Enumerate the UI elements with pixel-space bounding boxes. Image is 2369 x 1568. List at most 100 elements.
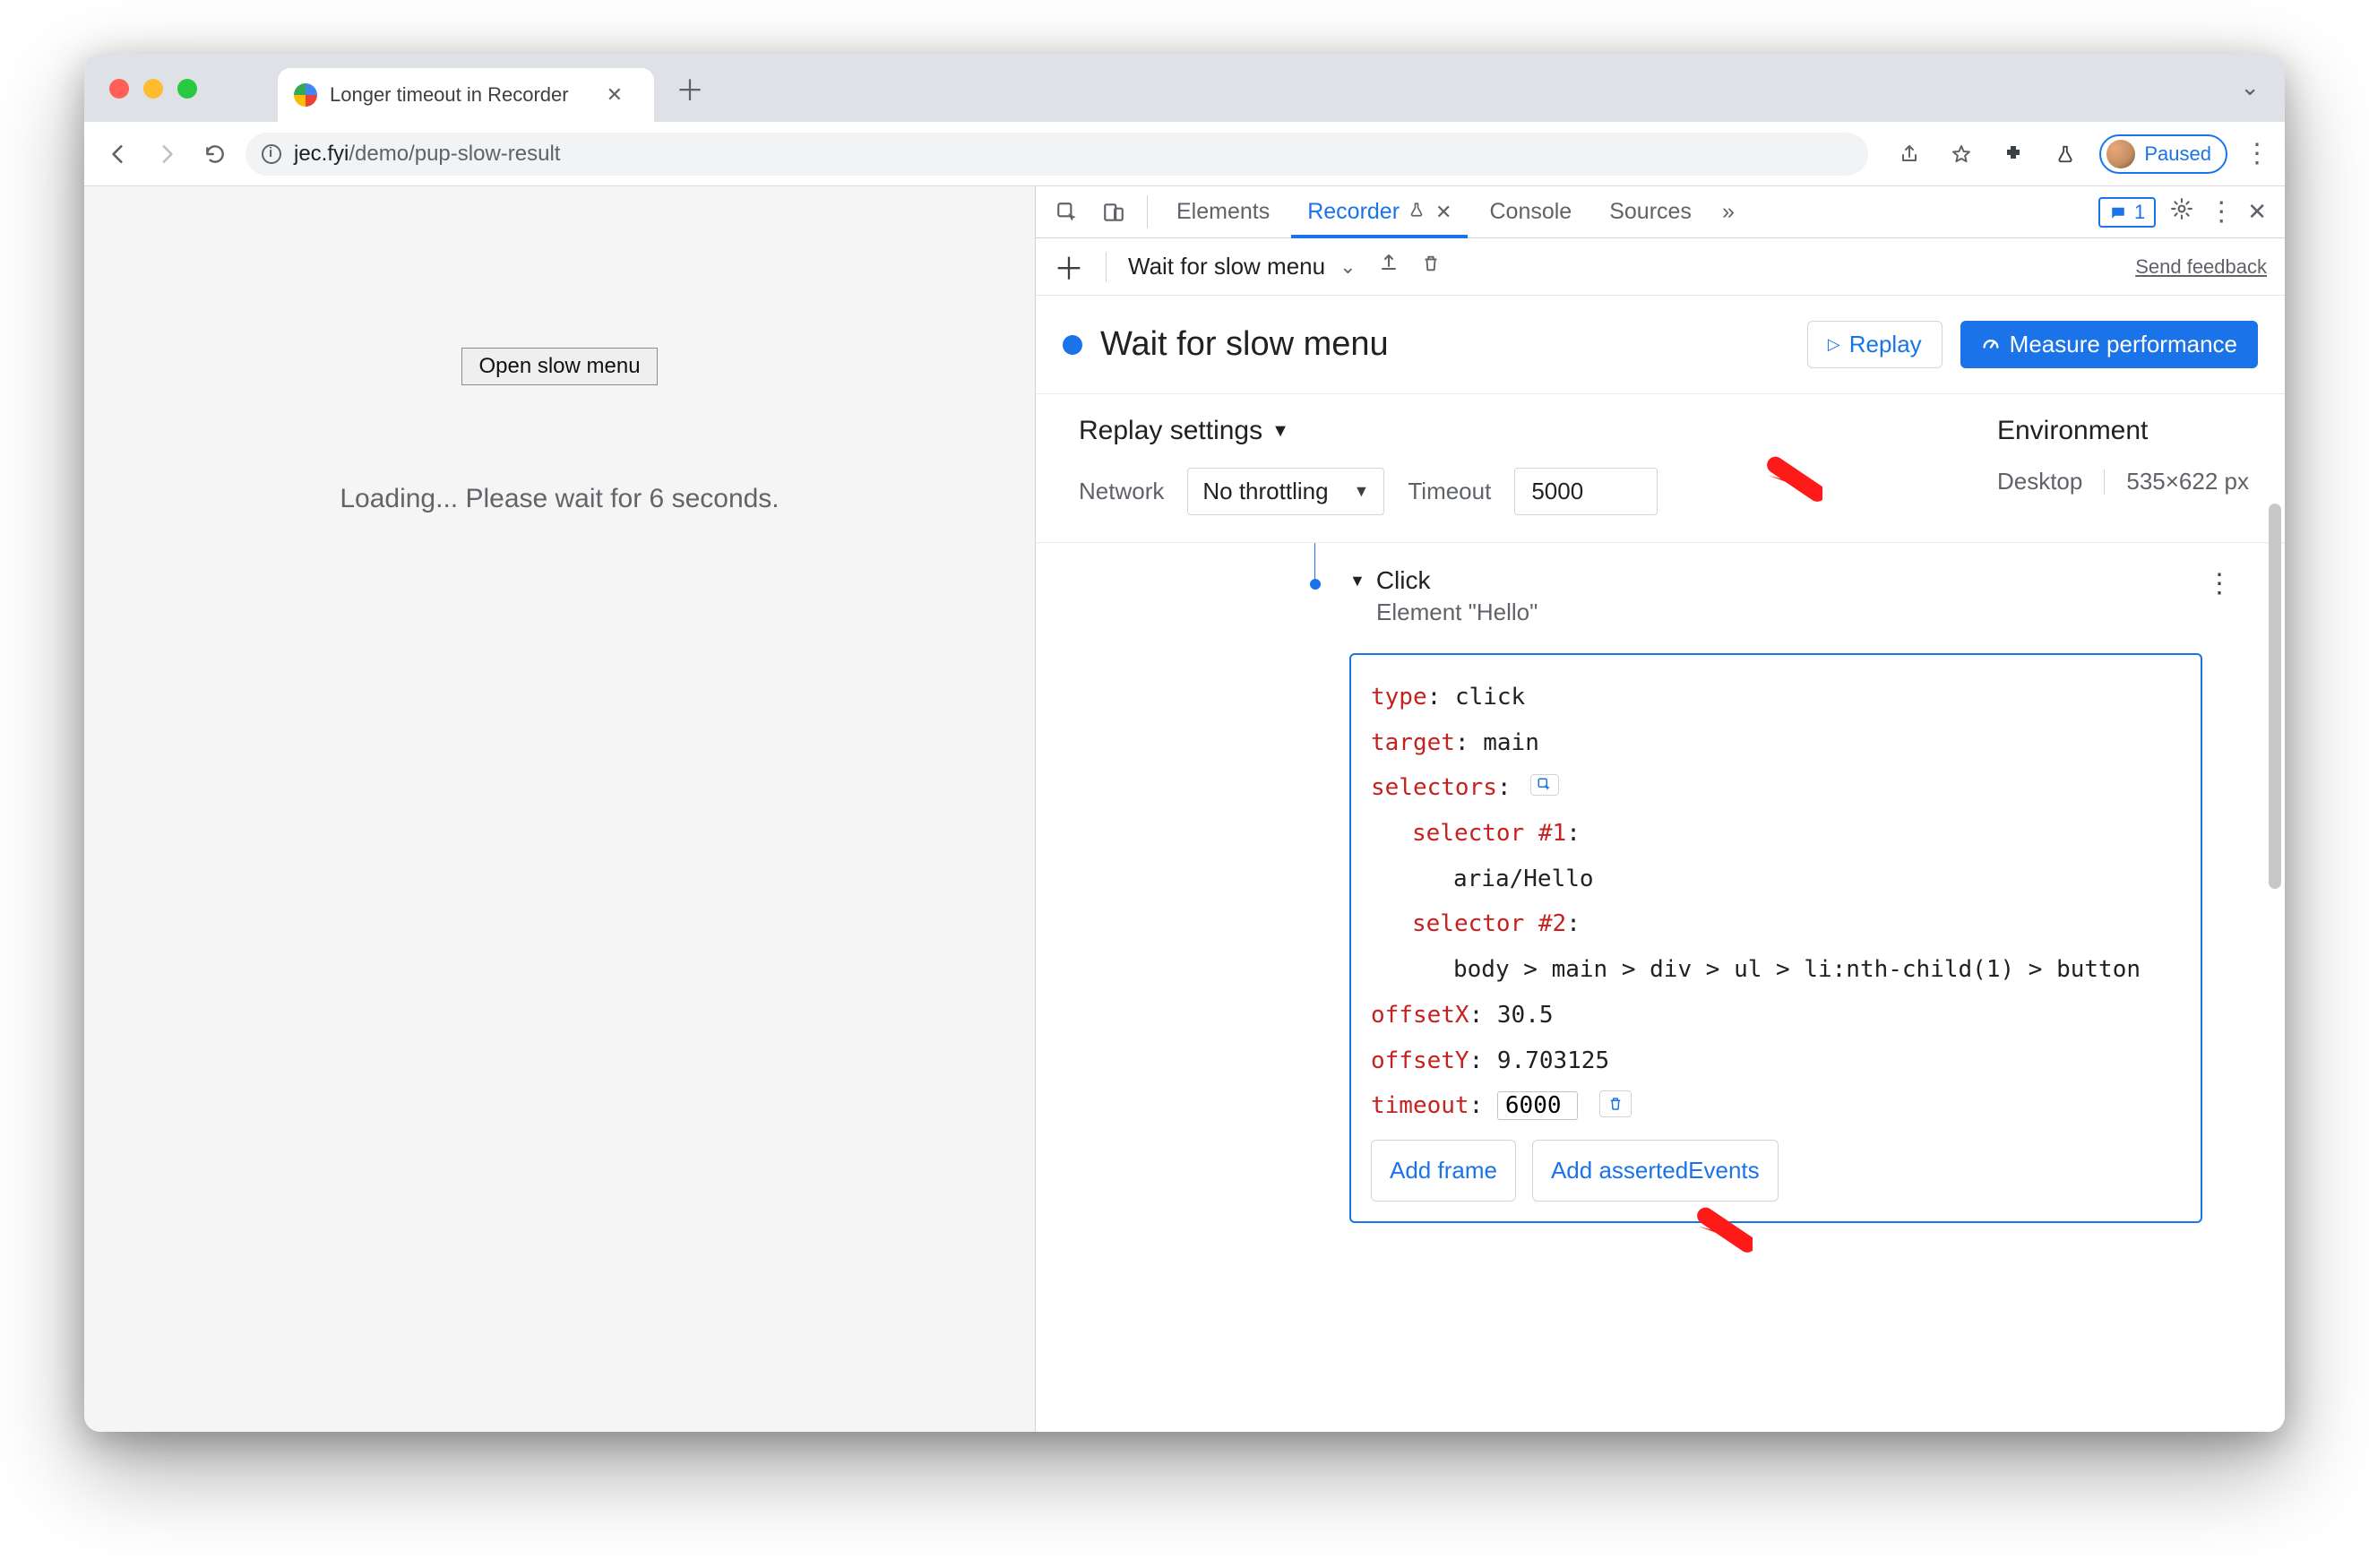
prop-key: selector #1 <box>1412 820 1566 847</box>
network-label: Network <box>1079 478 1164 505</box>
tab-elements[interactable]: Elements <box>1160 186 1286 237</box>
prop-value[interactable]: main <box>1483 729 1539 756</box>
avatar-icon <box>2106 140 2135 168</box>
chevron-down-icon: ▼ <box>1349 572 1365 590</box>
delete-recording-icon[interactable] <box>1421 253 1441 280</box>
network-throttling-select[interactable]: No throttling ▼ <box>1187 468 1384 515</box>
step-timeout-input[interactable] <box>1497 1091 1578 1120</box>
timeline-node-icon <box>1310 579 1321 590</box>
close-window-icon[interactable] <box>109 79 129 99</box>
measure-performance-button[interactable]: Measure performance <box>1960 321 2258 368</box>
add-frame-button[interactable]: Add frame <box>1371 1140 1516 1202</box>
replay-settings-header[interactable]: Replay settings ▼ <box>1079 416 1658 446</box>
favicon-icon <box>294 83 317 107</box>
prop-key: selector #2 <box>1412 910 1566 937</box>
new-tab-button[interactable]: ＋ <box>676 68 704 109</box>
share-icon[interactable] <box>1891 136 1927 172</box>
address-bar[interactable]: jec.fyi/demo/pup-slow-result <box>246 133 1868 176</box>
environment-device: Desktop <box>1997 468 2082 495</box>
prop-value[interactable]: click <box>1455 684 1525 711</box>
devtools-menu-icon[interactable]: ⋮ <box>2208 196 2233 228</box>
loading-text: Loading... Please wait for 6 seconds. <box>340 484 779 514</box>
tab-console[interactable]: Console <box>1473 186 1588 237</box>
prop-value[interactable]: body > main > div > ul > li:nth-child(1)… <box>1453 956 2141 983</box>
environment-size: 535×622 px <box>2126 468 2249 495</box>
experiments-flask-icon[interactable] <box>2047 136 2083 172</box>
speedometer-icon <box>1981 332 2001 358</box>
send-feedback-link[interactable]: Send feedback <box>2135 255 2267 279</box>
tab-recorder[interactable]: Recorder ✕ <box>1291 186 1468 237</box>
recording-title: Wait for slow menu <box>1100 325 1789 364</box>
replay-button[interactable]: ▷ Replay <box>1807 321 1943 368</box>
tab-strip: Longer timeout in Recorder ✕ ＋ ⌄ <box>84 54 2285 122</box>
scrollbar[interactable] <box>2269 504 2281 889</box>
recording-select-label: Wait for slow menu <box>1128 253 1325 280</box>
browser-toolbar: jec.fyi/demo/pup-slow-result Pa <box>84 122 2285 186</box>
issues-chip[interactable]: 1 <box>2098 197 2156 228</box>
device-toolbar-icon[interactable] <box>1093 186 1134 237</box>
flask-icon <box>1408 202 1425 223</box>
step-menu-icon[interactable]: ⋮ <box>2206 568 2231 599</box>
browser-tab[interactable]: Longer timeout in Recorder ✕ <box>278 68 654 122</box>
timeline-track <box>1314 543 1316 593</box>
minimize-window-icon[interactable] <box>143 79 163 99</box>
toolbar-right: Paused ⋮ <box>1891 134 2269 174</box>
step-title: Click <box>1376 566 1431 595</box>
chevron-down-icon: ⌄ <box>1340 255 1356 279</box>
prop-value[interactable]: 30.5 <box>1497 1002 1554 1029</box>
prop-value[interactable]: aria/Hello <box>1453 866 1594 892</box>
tab-list-chevron-icon[interactable]: ⌄ <box>2240 73 2260 101</box>
content-area: Open slow menu Loading... Please wait fo… <box>84 186 2285 1432</box>
site-info-icon[interactable] <box>262 144 281 164</box>
more-tabs-icon[interactable]: » <box>1713 186 1744 237</box>
close-tab-icon[interactable]: ✕ <box>607 83 623 107</box>
browser-window: Longer timeout in Recorder ✕ ＋ ⌄ jec.fyi… <box>84 54 2285 1432</box>
prop-value[interactable]: 9.703125 <box>1497 1047 1609 1074</box>
close-devtools-icon[interactable]: ✕ <box>2247 198 2267 226</box>
window-controls <box>109 79 197 99</box>
back-button[interactable] <box>100 136 136 172</box>
prop-key: type <box>1371 684 1427 711</box>
chevron-down-icon: ▼ <box>1271 421 1289 442</box>
extensions-icon[interactable] <box>1995 136 2031 172</box>
recording-select[interactable]: Wait for slow menu ⌄ <box>1128 253 1357 280</box>
recording-header: Wait for slow menu ▷ Replay Measure perf… <box>1036 296 2285 394</box>
prop-key: offsetY <box>1371 1047 1469 1074</box>
close-panel-icon[interactable]: ✕ <box>1435 201 1452 224</box>
tab-sources[interactable]: Sources <box>1593 186 1708 237</box>
browser-menu-icon[interactable]: ⋮ <box>2244 138 2269 169</box>
page-pane: Open slow menu Loading... Please wait fo… <box>84 186 1036 1432</box>
pick-selector-icon[interactable] <box>1530 774 1559 796</box>
recorder-toolbar: ＋ Wait for slow menu ⌄ Send feedback <box>1036 238 2285 296</box>
issues-count: 1 <box>2134 201 2145 224</box>
step-header[interactable]: ▼ Click <box>1349 566 2249 595</box>
step-details-panel: type: click target: main selectors: sele… <box>1349 653 2202 1223</box>
prop-key: target <box>1371 729 1455 756</box>
new-recording-button[interactable]: ＋ <box>1054 245 1084 289</box>
profile-paused-chip[interactable]: Paused <box>2099 134 2227 174</box>
url-text: jec.fyi/demo/pup-slow-result <box>294 142 560 167</box>
environment-header: Environment <box>1997 416 2249 446</box>
timeout-label: Timeout <box>1408 478 1491 505</box>
timeout-input[interactable] <box>1514 468 1658 515</box>
settings-gear-icon[interactable] <box>2170 197 2193 227</box>
bookmark-star-icon[interactable] <box>1943 136 1979 172</box>
step-block: ▼ Click Element "Hello" type: click targ… <box>1349 566 2249 1223</box>
open-slow-menu-button[interactable]: Open slow menu <box>461 348 657 385</box>
prop-key: offsetX <box>1371 1002 1469 1029</box>
play-icon: ▷ <box>1828 335 1840 354</box>
delete-property-icon[interactable] <box>1599 1090 1632 1117</box>
forward-button[interactable] <box>149 136 185 172</box>
step-subtitle: Element "Hello" <box>1376 599 2249 626</box>
devtools-panel: Elements Recorder ✕ Console Sources » <box>1036 186 2285 1432</box>
replay-settings-section: Replay settings ▼ Network No throttling … <box>1036 394 2285 543</box>
fullscreen-window-icon[interactable] <box>177 79 197 99</box>
inspect-element-icon[interactable] <box>1047 186 1088 237</box>
reload-button[interactable] <box>197 136 233 172</box>
export-icon[interactable] <box>1378 253 1400 280</box>
prop-key: timeout <box>1371 1092 1469 1119</box>
profile-state-label: Paused <box>2144 142 2211 166</box>
tab-title: Longer timeout in Recorder <box>330 83 569 107</box>
prop-key: selectors <box>1371 774 1497 801</box>
add-asserted-events-button[interactable]: Add assertedEvents <box>1532 1140 1779 1202</box>
